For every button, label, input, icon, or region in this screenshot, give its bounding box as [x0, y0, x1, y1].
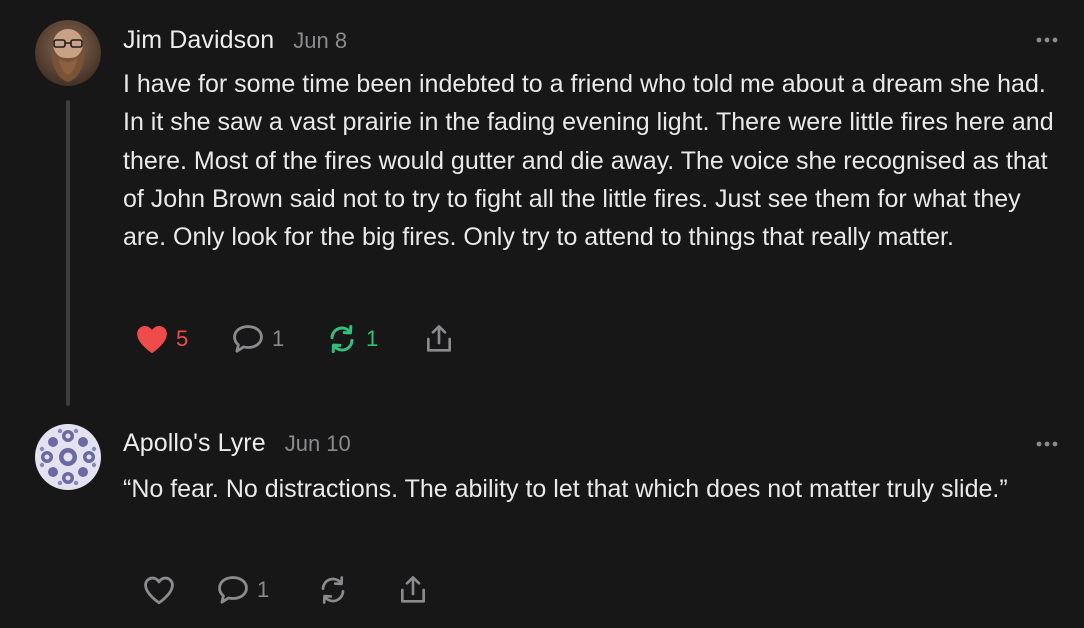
- share-button[interactable]: [396, 570, 430, 610]
- heart-outline-icon: [144, 576, 174, 605]
- post-body: I have for some time been indebted to a …: [123, 70, 1054, 252]
- fractal-pattern-avatar-icon: [35, 424, 101, 490]
- like-count: 5: [176, 326, 189, 351]
- post-date[interactable]: Jun 10: [285, 431, 351, 457]
- restack-count: 1: [366, 326, 379, 351]
- share-icon: [401, 576, 425, 603]
- comment-bubble-icon: [233, 325, 263, 353]
- comment-bubble-icon: [218, 576, 248, 604]
- comment-button[interactable]: 1: [231, 319, 284, 359]
- restack-button[interactable]: 1: [325, 319, 378, 359]
- restack-icon: [321, 576, 345, 604]
- avatar[interactable]: [35, 20, 101, 86]
- comment-button[interactable]: 1: [216, 570, 269, 610]
- share-button[interactable]: [422, 319, 456, 359]
- comment-count: 1: [272, 326, 285, 351]
- post-date[interactable]: Jun 8: [293, 28, 347, 54]
- author-name[interactable]: Apollo's Lyre: [123, 429, 266, 458]
- like-button[interactable]: 5: [135, 319, 188, 359]
- post-header: Jim Davidson Jun 8: [123, 26, 347, 55]
- thread-line: [66, 100, 70, 406]
- more-icon: [1036, 441, 1058, 447]
- more-options-button[interactable]: [1032, 437, 1062, 449]
- restack-icon: [330, 325, 354, 353]
- restack-button[interactable]: [316, 570, 350, 610]
- comment-post: Jim Davidson Jun 8 I have for some time …: [0, 0, 1084, 410]
- comment-feed: Jim Davidson Jun 8 I have for some time …: [0, 0, 1084, 628]
- more-options-button[interactable]: [1032, 33, 1062, 45]
- more-icon: [1036, 37, 1058, 43]
- post-header: Apollo's Lyre Jun 10: [123, 429, 351, 458]
- share-icon: [427, 325, 451, 352]
- bearded-man-avatar-icon: [35, 20, 101, 86]
- comment-post: Apollo's Lyre Jun 10 “No fear. No distra…: [0, 410, 1084, 628]
- comment-count: 1: [257, 577, 270, 602]
- author-name[interactable]: Jim Davidson: [123, 26, 274, 55]
- post-body: “No fear. No distractions. The ability t…: [123, 475, 1008, 503]
- avatar[interactable]: [35, 424, 101, 490]
- heart-filled-icon: [137, 325, 167, 354]
- like-button[interactable]: [142, 570, 176, 610]
